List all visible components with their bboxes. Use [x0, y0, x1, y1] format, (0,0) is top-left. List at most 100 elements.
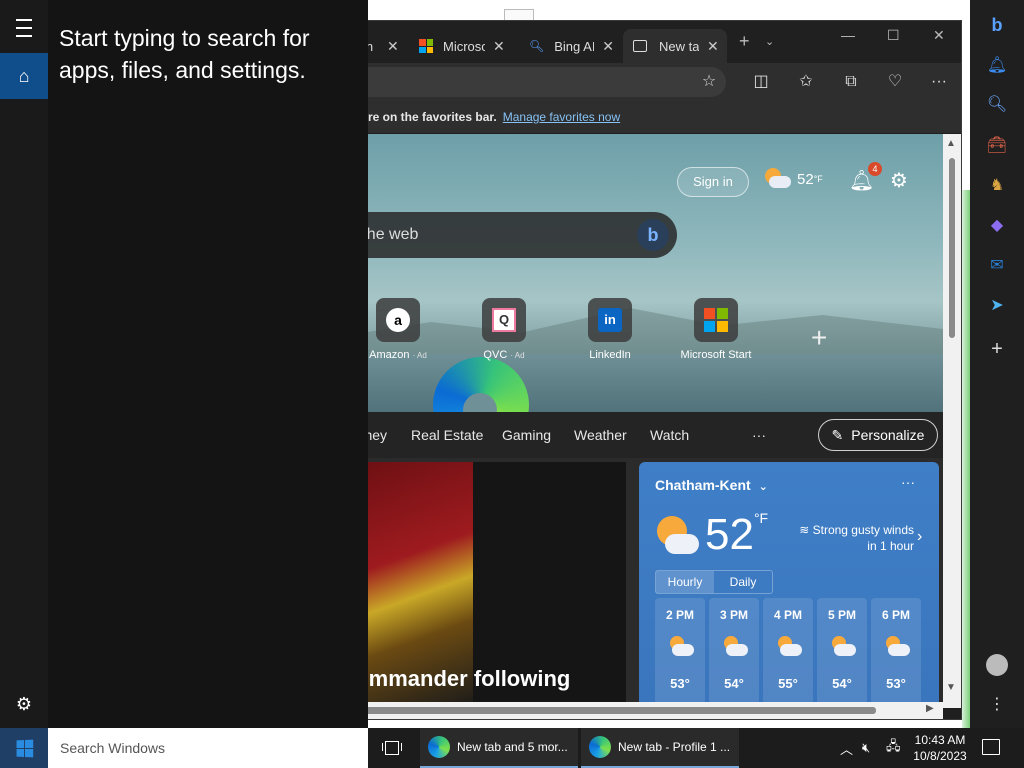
notification-badge: 4 — [868, 162, 882, 176]
system-clock[interactable]: 10:43 AM 10/8/2023 — [910, 732, 970, 764]
tile-label-linkedin: LinkedIn — [589, 349, 631, 361]
linkedin-icon: in — [598, 308, 622, 332]
tile-amazon[interactable]: a — [376, 298, 420, 342]
start-search-hint: Start typing to search for apps, files, … — [59, 25, 310, 83]
taskbar-search-input[interactable] — [48, 728, 368, 768]
tab-hourly[interactable]: Hourly — [656, 571, 714, 593]
tile-qvc[interactable]: Q — [482, 298, 526, 342]
bell-icon[interactable]: 🔔︎ — [849, 170, 874, 192]
scroll-thumb[interactable] — [341, 707, 876, 714]
hamburger-menu-icon[interactable] — [0, 5, 48, 51]
tab-label: Microsoft — [443, 38, 485, 54]
microsoft-logo-icon — [419, 39, 433, 53]
settings-gear-icon[interactable]: ⚙ — [0, 681, 48, 727]
games-icon[interactable]: ♞ — [986, 175, 1008, 197]
weather-location[interactable]: Chatham-Kent ⌄ — [655, 477, 768, 493]
close-icon[interactable]: ✕ — [602, 38, 614, 55]
add-shortcut-icon[interactable]: + — [811, 322, 827, 354]
browser-essentials-icon[interactable]: ♡ — [885, 72, 905, 92]
tab-2[interactable]: Microsoft ✕ — [419, 29, 519, 63]
tab-1[interactable]: in ✕ — [363, 29, 415, 63]
more-options-icon[interactable]: ··· — [901, 474, 915, 490]
horizontal-scrollbar[interactable]: ▶ — [341, 702, 943, 719]
taskbar-app-edge-2[interactable]: New tab - Profile 1 ... — [581, 728, 739, 768]
category-real-estate[interactable]: Real Estate — [411, 427, 483, 443]
chevron-right-icon[interactable]: › — [917, 528, 922, 546]
category-watch[interactable]: Watch — [650, 427, 689, 443]
weather-widget[interactable]: 52 °F — [763, 168, 823, 190]
hour-forecast: 3 PM 54° — [709, 598, 759, 704]
more-categories-icon[interactable]: ··· — [752, 427, 766, 443]
bell-icon[interactable]: 🔔︎ — [986, 55, 1008, 77]
close-icon[interactable]: ✕ — [387, 38, 399, 55]
split-screen-icon[interactable]: ◫ — [751, 72, 771, 92]
tile-linkedin[interactable]: in — [588, 298, 632, 342]
volume-muted-icon[interactable]: 🔇︎ — [862, 728, 870, 768]
scroll-right-icon[interactable]: ▶ — [926, 703, 934, 714]
weather-card-temp: 52°F — [705, 510, 769, 559]
news-card[interactable]: commander following — [341, 462, 626, 708]
office-icon[interactable]: ◆ — [986, 215, 1008, 237]
favorite-star-icon[interactable]: ☆ — [699, 72, 719, 92]
search-icon[interactable]: 🔍︎ — [986, 94, 1008, 116]
close-icon[interactable]: ✕ — [707, 38, 719, 55]
manage-favorites-link[interactable]: Manage favorites now — [503, 110, 620, 124]
minimize-button[interactable]: — — [841, 27, 855, 43]
task-view-icon[interactable] — [382, 739, 402, 757]
microsoft-logo-icon — [704, 308, 728, 332]
chevron-down-icon: ⌄ — [758, 481, 768, 493]
start-button[interactable] — [0, 728, 48, 768]
tab-4-active[interactable]: New tab ✕ — [623, 29, 727, 63]
gear-icon[interactable]: ⚙ — [887, 169, 911, 193]
tile-label-qvc: QVC · Ad — [483, 349, 525, 361]
weather-alert[interactable]: ≋ Strong gusty winds in 1 hour — [789, 522, 914, 554]
vertical-scrollbar[interactable]: ▲ ▼ — [943, 134, 961, 708]
bing-chat-icon[interactable]: b — [637, 219, 669, 251]
personalize-button[interactable]: ✎ Personalize — [818, 419, 938, 451]
maximize-button[interactable]: ☐ — [887, 27, 900, 44]
bing-icon[interactable]: b — [986, 14, 1008, 36]
avatar[interactable] — [986, 654, 1008, 676]
chevron-down-icon[interactable]: ⌄ — [765, 35, 774, 48]
close-window-button[interactable]: ✕ — [933, 27, 945, 44]
category-bar: Money Real Estate Gaming Weather Watch ·… — [341, 412, 943, 458]
category-weather[interactable]: Weather — [574, 427, 627, 443]
tab-label: Bing AI — [554, 38, 595, 54]
tab-3[interactable]: 🔍︎ Bing AI ✕ — [529, 29, 624, 63]
scroll-down-icon[interactable]: ▼ — [946, 682, 956, 693]
sign-in-button[interactable]: Sign in — [677, 167, 749, 197]
tile-microsoft-start[interactable] — [694, 298, 738, 342]
home-icon[interactable]: ⌂ — [0, 53, 48, 99]
scroll-thumb[interactable] — [949, 158, 955, 338]
network-icon[interactable]: 🖧︎ — [886, 728, 901, 768]
outlook-icon[interactable]: ✉ — [986, 255, 1008, 277]
address-input[interactable] — [341, 67, 726, 97]
hour-forecast: 2 PM 53° — [655, 598, 705, 704]
favorites-bar: re on the favorites bar. Manage favorite… — [341, 101, 961, 133]
add-icon[interactable]: + — [986, 338, 1008, 360]
collections-icon[interactable]: ⧉ — [841, 72, 861, 92]
show-hidden-icons-chevron-icon[interactable]: ︿ — [840, 728, 853, 768]
new-tab-button[interactable]: + — [739, 31, 750, 52]
weather-card[interactable]: Chatham-Kent ⌄ ··· 52°F ≋ Strong gusty w… — [639, 462, 939, 708]
close-icon[interactable]: ✕ — [493, 38, 505, 55]
scroll-up-icon[interactable]: ▲ — [946, 138, 956, 149]
web-search-box[interactable]: ch the web b — [341, 212, 677, 258]
partly-cloudy-icon — [763, 168, 791, 190]
taskbar-app-label: New tab and 5 mor... — [457, 740, 568, 754]
settings-more-icon[interactable]: ··· — [929, 72, 949, 92]
tab-daily[interactable]: Daily — [714, 571, 772, 593]
forecast-tabs: Hourly Daily — [655, 570, 773, 594]
taskbar-app-edge-1[interactable]: New tab and 5 mor... — [420, 728, 578, 768]
pencil-icon: ✎ — [831, 426, 844, 443]
edge-browser-window[interactable]: in ✕ Microsoft ✕ 🔍︎ Bing AI ✕ New tab ✕ … — [340, 20, 962, 720]
category-gaming[interactable]: Gaming — [502, 427, 551, 443]
drop-icon[interactable]: ➤ — [986, 295, 1008, 317]
background-window-edge — [962, 190, 970, 730]
favorites-icon[interactable]: ✩ — [796, 72, 816, 92]
partly-cloudy-icon — [884, 636, 910, 658]
tools-icon[interactable]: 🧰︎ — [986, 135, 1008, 157]
action-center-icon[interactable] — [982, 739, 1000, 755]
more-icon[interactable]: ⋮ — [986, 694, 1008, 716]
tab-label: New tab — [659, 38, 699, 54]
